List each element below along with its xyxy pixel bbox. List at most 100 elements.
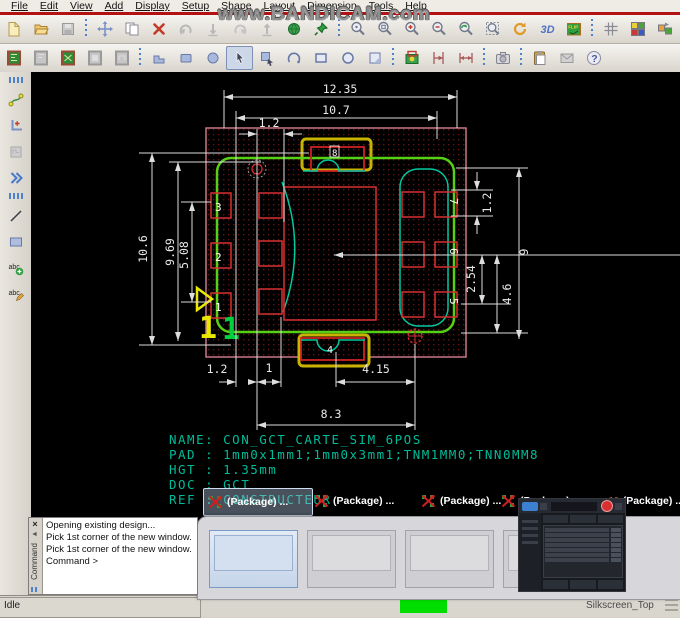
- menu-file[interactable]: File: [5, 0, 34, 12]
- allegro-package-icon: [314, 494, 329, 508]
- pad-number-7: 7: [447, 198, 460, 205]
- dim-left-mid: 9.69: [163, 238, 177, 266]
- board-tool3-disabled: [108, 46, 135, 70]
- move-button[interactable]: [91, 17, 118, 41]
- flip-glyph: FLIP: [568, 25, 578, 30]
- bandicam-tabs: [543, 515, 623, 523]
- slide-spread-button[interactable]: [2, 166, 29, 190]
- command-window-titlebar: × ◄ Command: [29, 518, 43, 594]
- window-thumbnail-3[interactable]: [405, 530, 494, 588]
- shape-circle-button[interactable]: [199, 46, 226, 70]
- active-layer-label: Silkscreen_Top: [586, 600, 654, 611]
- menu-setup[interactable]: Setup: [176, 0, 215, 12]
- dim-bottom-left2: 1: [266, 361, 273, 375]
- dimension-datum-button[interactable]: [425, 46, 452, 70]
- pad-number-6: 6: [447, 248, 460, 255]
- info-hgt: HGT : 1.35mm: [169, 462, 277, 477]
- paste-special-button[interactable]: [526, 46, 553, 70]
- redraw-button[interactable]: [506, 17, 533, 41]
- bandicam-menu-icon: [615, 502, 622, 510]
- console-line: Pick 1st corner of the new window.: [46, 544, 192, 555]
- command-console[interactable]: Opening existing design... Pick 1st corn…: [43, 518, 197, 594]
- pad-number-4: 4: [327, 345, 333, 356]
- route-connect-button[interactable]: [2, 88, 29, 112]
- menu-view[interactable]: View: [64, 0, 99, 12]
- record-button[interactable]: [601, 500, 613, 512]
- shape-rectangle-button[interactable]: [172, 46, 199, 70]
- shape-arc-button[interactable]: [280, 46, 307, 70]
- flip-design-button[interactable]: FLIP: [560, 17, 587, 41]
- allegro-package-icon: [501, 494, 516, 508]
- toolbar-drag-handle[interactable]: [8, 77, 23, 83]
- board-symbol-button[interactable]: [54, 46, 81, 70]
- window-thumbnail-2[interactable]: [307, 530, 396, 588]
- dim-bottom-mid: 4.15: [362, 362, 390, 376]
- close-icon[interactable]: ×: [30, 519, 40, 529]
- collapse-icon[interactable]: ◄: [31, 531, 38, 538]
- new-file-button[interactable]: [0, 17, 27, 41]
- footprint-geometry: 3 2 1 7 6 5 8 4 1 1: [195, 127, 467, 368]
- command-window-drag-handle[interactable]: [31, 587, 39, 592]
- bandicam-recording-list[interactable]: [543, 525, 623, 578]
- thumbnail-preview: [312, 535, 391, 571]
- taskbar-package-window-2[interactable]: (Package) ...: [310, 488, 418, 514]
- pad-number-3: 3: [215, 201, 222, 214]
- zoom-fit-button[interactable]: [479, 17, 506, 41]
- console-prompt: Command >: [46, 556, 99, 567]
- toolbar-shapes: ?: [0, 44, 680, 73]
- select-shape-button[interactable]: [226, 46, 253, 70]
- dim-top-pad: 1.2: [259, 116, 280, 130]
- move-origin-button[interactable]: [2, 114, 29, 138]
- copy-button[interactable]: [118, 17, 145, 41]
- visibility-button[interactable]: [651, 17, 678, 41]
- menu-edit[interactable]: Edit: [34, 0, 64, 12]
- menu-display[interactable]: Display: [129, 0, 175, 12]
- layer-tool-disabled: [2, 140, 29, 164]
- bandicam-app-preview: [518, 498, 626, 592]
- bandicam-mode-button[interactable]: [522, 501, 538, 511]
- bandicam-watermark: www.BANDICAM.com: [218, 4, 431, 25]
- pcb-editor-window: File Edit View Add Display Setup Shape L…: [0, 0, 680, 618]
- toolbar-separator: [136, 48, 144, 68]
- view-3d-button[interactable]: 3D: [533, 17, 560, 41]
- dim-bottom-left: 1.2: [207, 362, 228, 376]
- edit-text-button[interactable]: abc: [2, 282, 29, 306]
- color-dialog-button[interactable]: [624, 17, 651, 41]
- add-rectangle-button[interactable]: [2, 230, 29, 254]
- dim-right-span: 4.6: [500, 284, 514, 305]
- window-resize-grip[interactable]: [665, 599, 678, 613]
- status-state: Idle: [0, 597, 201, 618]
- bandicam-footer-buttons: [543, 580, 623, 589]
- board-tool2-disabled: [81, 46, 108, 70]
- taskbar-package-window-1[interactable]: (Package) ...: [203, 488, 313, 516]
- pad-number-8: 8: [332, 149, 337, 159]
- shape-select-edit-button[interactable]: [253, 46, 280, 70]
- zoom-previous-button[interactable]: [452, 17, 479, 41]
- add-line-button[interactable]: [2, 204, 29, 228]
- snapshot-camera-button[interactable]: [489, 46, 516, 70]
- open-file-button[interactable]: [27, 17, 54, 41]
- menu-add[interactable]: Add: [99, 0, 130, 12]
- dim-right-outer: 9: [517, 248, 531, 255]
- dim-right-pad: 1.2: [480, 193, 494, 214]
- help-button[interactable]: ?: [580, 46, 607, 70]
- dim-top-inner: 10.7: [322, 103, 350, 117]
- open-board-button[interactable]: [0, 46, 27, 70]
- taskbar-label: (Package) ...: [333, 495, 395, 507]
- taskbar-label: (Package) ...: [622, 495, 680, 507]
- delete-button[interactable]: [145, 17, 172, 41]
- rectangle-outline-button[interactable]: [307, 46, 334, 70]
- add-text-button[interactable]: abc: [2, 256, 29, 280]
- toolbar-separator: [517, 48, 525, 68]
- grid-toggle-button[interactable]: [597, 17, 624, 41]
- bandicam-tool-icon: [540, 502, 547, 510]
- window-thumbnail-1[interactable]: [209, 530, 298, 588]
- circle-outline-button[interactable]: [334, 46, 361, 70]
- shape-polygon-button[interactable]: [145, 46, 172, 70]
- shape-corner-button[interactable]: [361, 46, 388, 70]
- dimension-linear-button[interactable]: [452, 46, 479, 70]
- command-window: × ◄ Command Opening existing design... P…: [28, 517, 198, 595]
- bandicam-sidebar: [519, 513, 541, 591]
- console-line: Pick 1st corner of the new window.: [46, 532, 192, 543]
- package-symbol-button[interactable]: [398, 46, 425, 70]
